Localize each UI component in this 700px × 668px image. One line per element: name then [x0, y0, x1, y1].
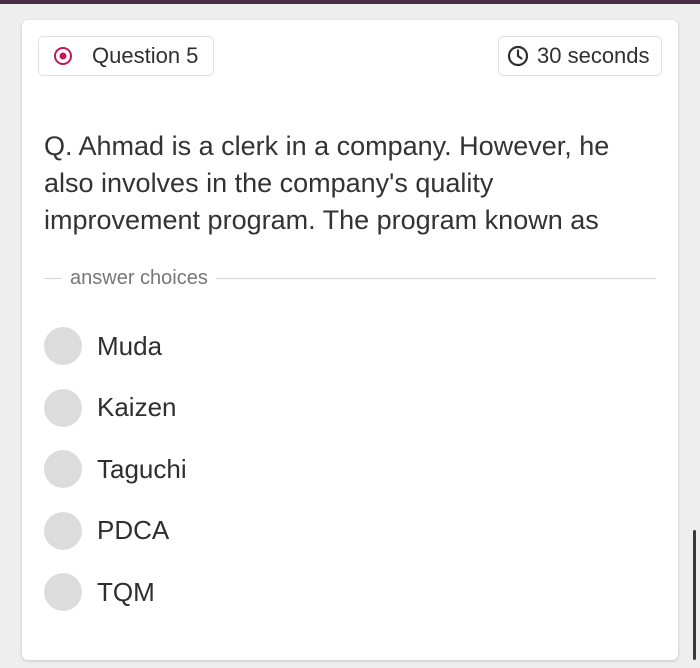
answer-choice-pdca[interactable]: PDCA	[44, 511, 644, 551]
radio-button[interactable]	[44, 388, 82, 427]
scrollbar[interactable]	[693, 530, 696, 660]
question-number-badge: Question 5	[38, 36, 214, 76]
answer-choice-kaizen[interactable]: Kaizen	[44, 388, 644, 428]
answer-choices-label: answer choices	[70, 267, 208, 289]
radio-button[interactable]	[44, 450, 82, 488]
choice-label: TQM	[97, 576, 155, 607]
choice-label: Muda	[97, 330, 163, 361]
timer-label: 30 seconds	[537, 43, 650, 68]
divider-line	[215, 278, 656, 279]
divider-line	[44, 278, 62, 279]
radio-button[interactable]	[44, 327, 82, 365]
clock-icon	[507, 45, 529, 67]
top-bar	[0, 0, 700, 4]
question-card: Question 5 30 seconds Q. Ahmad is a cler…	[22, 20, 678, 660]
radio-button[interactable]	[44, 511, 82, 550]
answer-choice-muda[interactable]: Muda	[44, 326, 644, 366]
radio-button[interactable]	[44, 573, 82, 611]
choice-label: PDCA	[97, 515, 170, 545]
answer-choices-list: Muda Kaizen Taguchi PDCA TQM	[44, 326, 644, 634]
choice-label: Taguchi	[97, 453, 187, 484]
answer-choice-taguchi[interactable]: Taguchi	[44, 449, 644, 489]
question-number-label: Question 5	[92, 43, 199, 68]
question-text: Q. Ahmad is a clerk in a company. Howeve…	[44, 131, 610, 235]
answer-choices-divider: answer choices	[44, 267, 656, 290]
choice-label: Kaizen	[97, 392, 177, 422]
answer-choice-tqm[interactable]: TQM	[44, 572, 644, 612]
target-circle-icon	[53, 46, 73, 66]
timer-badge: 30 seconds	[498, 36, 662, 76]
